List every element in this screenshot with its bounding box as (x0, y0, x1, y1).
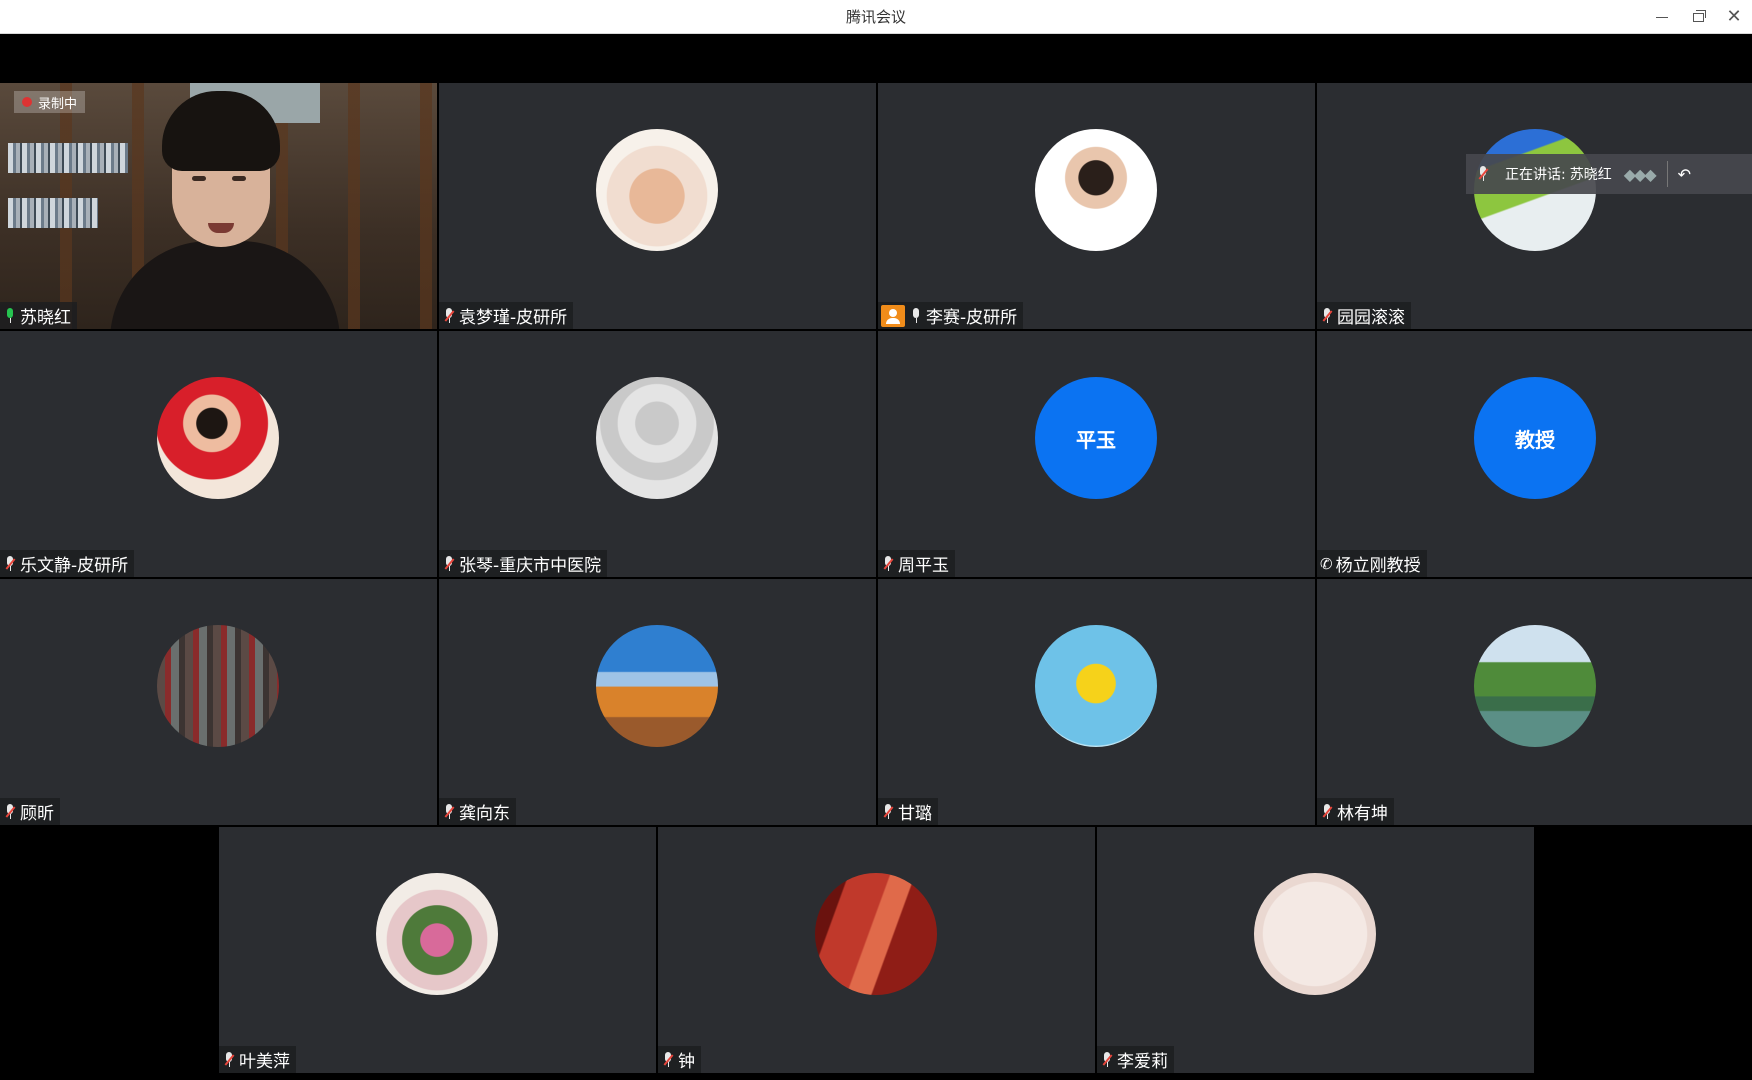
close-button[interactable]: ✕ (1716, 0, 1752, 34)
mic-muted-icon (881, 555, 895, 573)
participant-name: 袁梦瑾-皮研所 (459, 308, 568, 328)
mic-muted-icon (3, 803, 17, 821)
speaking-name: 苏晓红 (1569, 167, 1612, 183)
participant-name: 林有坤 (1337, 804, 1388, 824)
audio-level-icon: ◆◆◆ (1623, 164, 1657, 184)
participant-tile[interactable]: 龚向东 (439, 579, 876, 825)
mic-muted-icon (442, 803, 456, 821)
participant-tile[interactable]: 林有坤 (1317, 579, 1752, 825)
participant-avatar (157, 625, 279, 747)
mic-on-icon (3, 307, 17, 325)
participant-name-bar: 乐文静-皮研所 (0, 550, 135, 577)
minimize-button[interactable] (1644, 0, 1680, 34)
participant-tile[interactable]: 李赛-皮研所 (878, 83, 1315, 329)
participant-name-bar: 周平玉 (878, 550, 955, 577)
participant-avatar (596, 129, 718, 251)
participant-tile[interactable]: 乐文静-皮研所 (0, 331, 437, 577)
participant-name-bar: 甘璐 (878, 798, 938, 825)
participant-name-bar: 园园滚滚 (1317, 302, 1411, 329)
participant-tile[interactable]: 甘璐 (878, 579, 1315, 825)
title-bar: 腾讯会议 ✕ (0, 0, 1752, 34)
participant-tile[interactable]: 李爱莉 (1097, 827, 1534, 1073)
participant-tile[interactable]: 顾昕 (0, 579, 437, 825)
participant-avatar (1474, 625, 1596, 747)
mic-on-icon (909, 307, 923, 325)
mic-muted-icon (442, 307, 456, 325)
participant-name-bar: 龚向东 (439, 798, 516, 825)
participant-name: 乐文静-皮研所 (20, 556, 129, 576)
participant-avatar (376, 873, 498, 995)
mic-muted-icon (1320, 803, 1334, 821)
participant-avatar (1035, 129, 1157, 251)
participant-avatar (157, 377, 279, 499)
participant-name: 龚向东 (459, 804, 510, 824)
record-dot-icon (22, 97, 32, 107)
participant-tile[interactable]: 钟 (658, 827, 1095, 1073)
participant-name: 张琴-重庆市中医院 (459, 556, 602, 576)
participant-tile[interactable]: 叶美萍 (219, 827, 656, 1073)
participant-avatar (1254, 873, 1376, 995)
mic-muted-icon (442, 555, 456, 573)
participant-name-bar: 叶美萍 (219, 1046, 296, 1073)
participant-tile[interactable]: 袁梦瑾-皮研所 (439, 83, 876, 329)
participant-name: 杨立刚教授 (1335, 556, 1421, 576)
mic-muted-icon (222, 1051, 236, 1069)
participant-name-bar: 钟 (658, 1046, 701, 1073)
participant-name: 苏晓红 (20, 308, 71, 328)
participant-avatar (815, 873, 937, 995)
speaker-figure (90, 91, 340, 329)
participant-avatar (1035, 625, 1157, 747)
participant-name: 钟 (678, 1052, 695, 1072)
active-speaker-banner: 正在讲话: 苏晓红 ◆◆◆ ↶ (1466, 154, 1752, 194)
participant-name-bar: 袁梦瑾-皮研所 (439, 302, 574, 329)
recording-label: 录制中 (38, 96, 78, 112)
participant-tile[interactable]: 教授 ✆ 杨立刚教授 (1317, 331, 1752, 577)
mic-muted-icon (1100, 1051, 1114, 1069)
collapse-banner-icon[interactable]: ↶ (1678, 165, 1691, 184)
participant-name-bar: 苏晓红 (0, 302, 77, 329)
host-icon (881, 304, 905, 327)
participant-name-bar: 张琴-重庆市中医院 (439, 550, 608, 577)
participant-name: 李爱莉 (1117, 1052, 1168, 1072)
participant-name: 顾昕 (20, 804, 54, 824)
participant-name-bar: ✆ 杨立刚教授 (1317, 550, 1427, 577)
mic-muted-icon (3, 555, 17, 573)
window-title: 腾讯会议 (845, 8, 906, 26)
mic-muted-icon (1320, 307, 1334, 325)
phone-icon: ✆ (1320, 554, 1333, 573)
participant-name-bar: 李赛-皮研所 (878, 302, 1024, 329)
participant-name: 周平玉 (898, 556, 949, 576)
banner-divider (1666, 161, 1668, 187)
video-feed-books (8, 198, 98, 228)
recording-indicator: 录制中 (14, 91, 86, 113)
mic-muted-icon (881, 803, 895, 821)
default-avatar-icon (596, 377, 718, 499)
participant-name: 叶美萍 (239, 1052, 290, 1072)
restore-icon (1692, 9, 1706, 22)
participant-name: 园园滚滚 (1337, 308, 1405, 328)
participant-name: 甘璐 (898, 804, 932, 824)
participant-tile[interactable]: 园园滚滚 (1317, 83, 1752, 329)
participant-name-bar: 林有坤 (1317, 798, 1394, 825)
participant-avatar: 平玉 (1035, 377, 1157, 499)
participant-name: 李赛-皮研所 (926, 308, 1018, 328)
restore-button[interactable] (1680, 0, 1716, 34)
close-icon: ✕ (1726, 6, 1742, 27)
video-grid: 录制中 苏晓红 袁梦瑾-皮研所 李赛-皮研所 园园滚滚 乐文静-皮研所 张琴-重… (0, 34, 1752, 1080)
mic-muted-icon (661, 1051, 675, 1069)
participant-name-bar: 李爱莉 (1097, 1046, 1174, 1073)
participant-avatar (596, 625, 718, 747)
participant-avatar: 教授 (1474, 377, 1596, 499)
participant-tile[interactable]: 平玉 周平玉 (878, 331, 1315, 577)
mic-icon (1476, 165, 1490, 183)
minimize-icon (1656, 16, 1668, 18)
participant-name-bar: 顾昕 (0, 798, 60, 825)
speaking-label: 正在讲话: (1505, 167, 1566, 183)
participant-tile[interactable]: 张琴-重庆市中医院 (439, 331, 876, 577)
participant-tile[interactable]: 录制中 苏晓红 (0, 83, 437, 329)
